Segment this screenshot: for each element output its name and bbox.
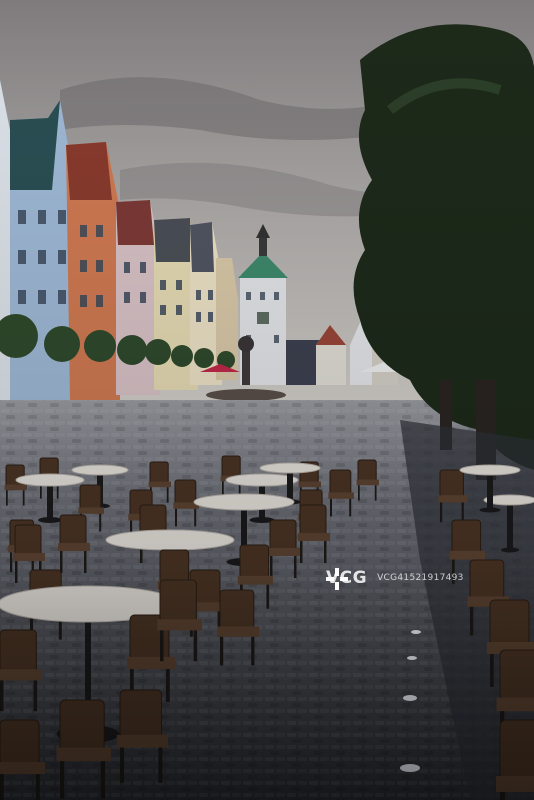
photo-scene: VCG VCG41521917493 — [0, 0, 534, 800]
watermark: VCG VCG41521917493 — [326, 568, 464, 590]
photo-illustration — [0, 0, 534, 800]
watermark-id: VCG41521917493 — [377, 573, 464, 583]
vcg-logo-icon — [326, 568, 348, 590]
